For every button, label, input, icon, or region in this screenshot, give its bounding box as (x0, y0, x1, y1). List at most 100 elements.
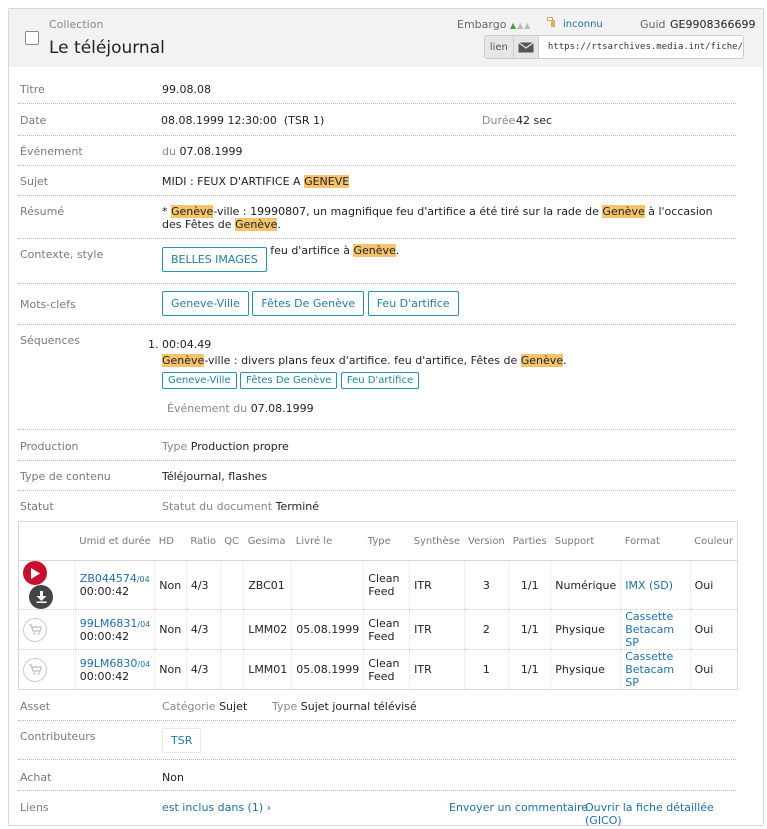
resume-text: . (277, 218, 281, 231)
support-cell: Physique (550, 649, 621, 690)
qc-cell (219, 560, 244, 610)
asset-category-value: Sujet (219, 700, 248, 713)
permalink-url[interactable]: https://rtsarchives.media.int/fiche/ (539, 36, 743, 58)
page-title: Le téléjournal (49, 38, 165, 58)
version-cell: 3 (463, 560, 509, 610)
asset-type-label: Type (272, 700, 298, 713)
type-cell: Clean Feed (363, 609, 410, 650)
email-link-button[interactable] (513, 36, 539, 58)
field-label: Séquences (20, 334, 80, 347)
synthese-cell: ITR (409, 609, 464, 650)
cart-icon[interactable] (23, 657, 47, 682)
send-comment-link[interactable]: Envoyer un commentaire (449, 801, 588, 814)
support-cell: Physique (550, 609, 621, 650)
media-table: Umid et durée HD Ratio QC Gesima Livré l… (18, 521, 738, 690)
select-checkbox[interactable] (25, 31, 39, 45)
embargo-label: Embargo (457, 18, 507, 31)
umid-cell: 99LM6830/04 00:00:42 (74, 649, 155, 690)
sequence-keyword-tag[interactable]: Geneve-Ville (162, 372, 237, 389)
evenement-date: 07.08.1999 (179, 145, 243, 158)
permalink-box: lien https://rtsarchives.media.int/fiche… (484, 35, 744, 59)
embargo-level-icon: ▲▲▲ (509, 21, 532, 30)
asset-category: Catégorie Sujet (162, 700, 247, 713)
cart-icon[interactable] (23, 617, 47, 642)
format-link[interactable]: IMX (SD) (620, 560, 691, 610)
column-header: Livré le (291, 521, 364, 561)
field-label: Titre (20, 83, 45, 96)
sequence-time: 00:04.49 (162, 338, 212, 351)
sequence-text: -ville : divers plans feux d'artifice. f… (204, 354, 521, 367)
sujet-text: MIDI : FEUX D'ARTIFICE A (162, 175, 305, 188)
field-titre: Titre 99.08.08 (18, 72, 736, 104)
support-cell: Numérique (550, 560, 621, 610)
lock-status[interactable]: inconnu (563, 19, 603, 30)
umid-cell: ZB044574/04 00:00:42 (74, 560, 155, 610)
umid-link[interactable]: 99LM6831/04 (80, 617, 151, 630)
hd-cell: Non (154, 649, 187, 690)
keyword-tag[interactable]: Feu D'artifice (367, 291, 459, 316)
qc-cell (219, 609, 244, 650)
gesima-cell: LMM01 (243, 649, 292, 690)
couleur-cell: Oui (689, 560, 738, 610)
field-label: Contributeurs (20, 730, 96, 743)
ratio-cell: 4/3 (185, 649, 221, 690)
open-gico-link[interactable]: Ouvrir la fiche détaillée (GICO) (585, 801, 736, 827)
inclus-dans-link[interactable]: est inclus dans (1) › (162, 801, 271, 814)
gesima-cell: ZBC01 (243, 560, 292, 610)
production-value: Type Production propre (162, 440, 289, 453)
column-header: Couleur (690, 521, 738, 561)
row-actions (18, 609, 76, 650)
contributor-tag[interactable]: TSR (162, 728, 202, 753)
field-date: Date 08.08.1999 12:30:00 (TSR 1) Durée 4… (18, 104, 736, 136)
chevron-right-icon: › (266, 801, 272, 814)
keyword-tag[interactable]: Fêtes De Genève (252, 291, 365, 316)
resume-text: -ville : 19990807, un magnifique feu d'a… (213, 205, 603, 218)
row-actions (18, 560, 76, 610)
field-resume: Résumé * Genève-ville : 19990807, un mag… (18, 196, 736, 239)
couleur-cell: Oui (689, 609, 738, 650)
type-cell: Clean Feed (363, 560, 410, 610)
lock-icon (547, 17, 555, 27)
umid-cell: 99LM6831/04 00:00:42 (74, 609, 155, 650)
couleur-cell: Oui (689, 649, 738, 690)
umid-link[interactable]: ZB044574/04 (80, 572, 150, 585)
field-contexte: Contexte, style BELLES IMAGES feu d'arti… (18, 239, 736, 284)
production-type-label: Type (162, 440, 188, 453)
sujet-value: MIDI : FEUX D'ARTIFICE A GENEVE (162, 175, 350, 188)
duree-value: 42 sec (516, 114, 553, 127)
field-label: Liens (20, 801, 49, 814)
parties-cell: 1/1 (508, 609, 551, 650)
field-label: Contexte, style (20, 248, 104, 261)
contexte-tag[interactable]: BELLES IMAGES (162, 247, 267, 272)
column-header: Synthèse (409, 521, 464, 561)
row-actions (19, 650, 76, 690)
play-icon[interactable] (23, 561, 47, 585)
sequence-highlight: Genève (162, 354, 205, 367)
synthese-cell: ITR (409, 560, 464, 610)
sequence-keyword-tag[interactable]: Feu D'artifice (340, 372, 420, 389)
asset-type: Type Sujet journal télévisé (272, 700, 417, 713)
evenement-value: du 07.08.1999 (162, 145, 242, 158)
qc-cell (219, 649, 244, 690)
table-row: ZB044574/04 00:00:42 Non 4/3 ZBC01 Clean … (18, 560, 738, 610)
collection-label: Collection (49, 18, 104, 31)
sequence-keyword-list: Geneve-Ville Fêtes De Genève Feu D'artif… (162, 372, 420, 389)
column-header: HD (154, 521, 187, 561)
field-label: Production (20, 440, 79, 453)
permalink-button[interactable]: lien (485, 36, 514, 58)
table-row: 99LM6830/04 00:00:42 Non 4/3 LMM01 05.08.… (19, 649, 738, 690)
field-label: Résumé (20, 205, 65, 218)
sequence-highlight: Genève (520, 354, 564, 367)
asset-type-value: Sujet journal télévisé (300, 700, 417, 713)
gesima-cell: LMM02 (243, 609, 292, 650)
format-link[interactable]: Cassette Betacam SP (620, 609, 691, 650)
umid-link[interactable]: 99LM6830/04 (80, 657, 151, 670)
envelope-icon (517, 41, 534, 52)
format-link[interactable]: Cassette Betacam SP (620, 649, 691, 690)
download-icon[interactable] (29, 585, 53, 609)
sequence-text: . (563, 354, 567, 367)
field-label: Mots-clefs (20, 298, 76, 311)
sequence-keyword-tag[interactable]: Fêtes De Genève (240, 372, 338, 389)
parties-cell: 1/1 (508, 560, 551, 610)
keyword-tag[interactable]: Geneve-Ville (162, 291, 249, 316)
